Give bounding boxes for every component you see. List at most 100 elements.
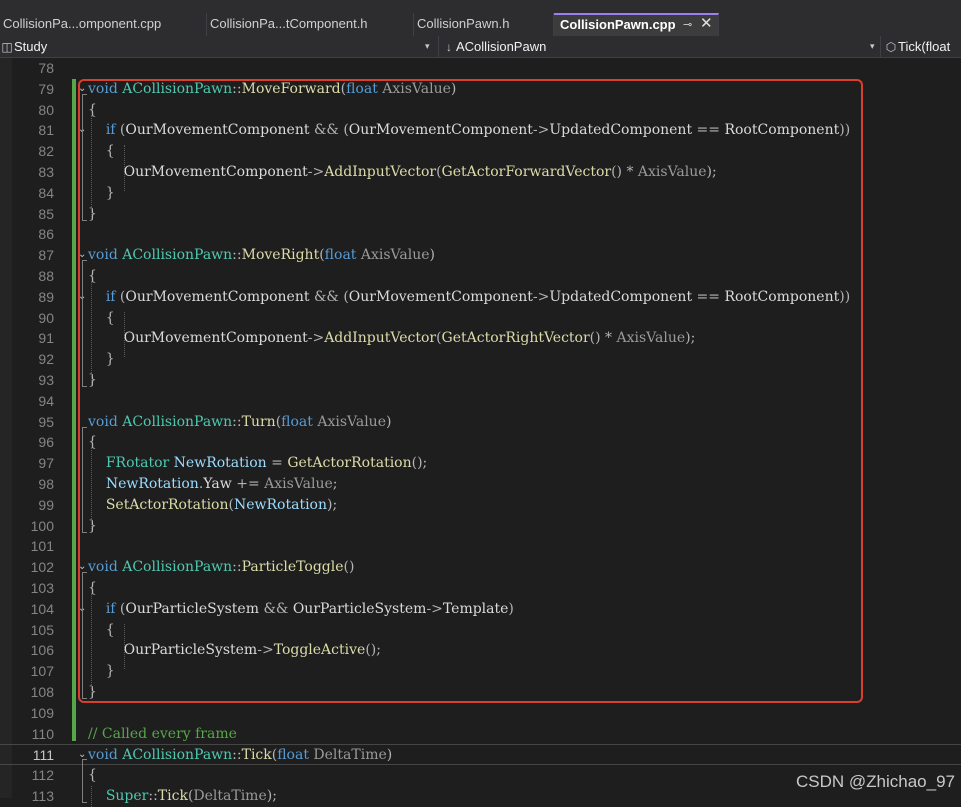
code-line[interactable]: 89 ⌄ if (OurMovementComponent && (OurMove… <box>0 287 961 308</box>
code-token: if <box>105 288 120 305</box>
code-text: } <box>88 682 97 703</box>
code-text: if (OurMovementComponent && (OurMovement… <box>88 120 850 141</box>
code-line[interactable]: 106 OurParticleSystem->ToggleActive(); <box>0 640 961 661</box>
code-token: { <box>88 143 115 160</box>
line-number: 90 <box>38 309 54 326</box>
code-text: OurParticleSystem->ToggleActive(); <box>88 640 381 661</box>
code-line[interactable]: 92 } <box>0 349 961 370</box>
fold-range-bracket <box>82 260 87 387</box>
code-token: && ( <box>309 288 349 305</box>
code-line[interactable]: 108} <box>0 682 961 703</box>
code-line[interactable]: 82 { <box>0 141 961 162</box>
code-token: -> <box>257 642 274 659</box>
code-line[interactable]: 103 { <box>0 578 961 599</box>
code-line[interactable]: 102 ⌄ void ACollisionPawn::ParticleToggle(… <box>0 557 961 578</box>
code-line[interactable]: 80 { <box>0 100 961 121</box>
code-token: UpdatedComponent <box>549 122 693 139</box>
code-text: { <box>88 620 115 641</box>
code-line[interactable]: 85} <box>0 204 961 225</box>
code-token: void <box>88 747 123 764</box>
chevron-down-icon[interactable]: ▾ <box>425 36 430 57</box>
code-token: ) <box>508 600 514 617</box>
code-line[interactable]: 84 } <box>0 183 961 204</box>
close-tab-icon[interactable]: ✕ <box>700 15 713 34</box>
code-line[interactable]: 91 OurMovementComponent->AddInputVector(… <box>0 328 961 349</box>
code-text: OurMovementComponent->AddInputVector(Get… <box>88 162 717 183</box>
tab-collisionpawn-h[interactable]: CollisionPawn.h <box>414 13 554 36</box>
code-token: () * <box>611 164 638 180</box>
fold-chevron-icon[interactable]: ⌄ <box>78 562 86 572</box>
code-line[interactable]: 97 FRotator NewRotation = GetActorRotati… <box>0 453 961 474</box>
code-token: AxisValue <box>382 80 451 97</box>
code-token: = <box>266 455 288 472</box>
code-line[interactable]: 109 <box>0 703 961 724</box>
nav-divider <box>880 36 881 57</box>
indent-guide <box>91 786 92 807</box>
code-token: { <box>88 101 97 118</box>
code-line[interactable]: 86 <box>0 224 961 245</box>
code-line[interactable]: 104 ⌄ if (OurParticleSystem && OurParticl… <box>0 599 961 620</box>
tab-label: CollisionPawn.h <box>417 16 510 31</box>
code-token: void <box>88 80 123 97</box>
code-line[interactable]: 79 ⌄ void ACollisionPawn::MoveForward(floa… <box>0 79 961 100</box>
code-line[interactable]: 96 { <box>0 432 961 453</box>
line-number: 97 <box>38 455 54 472</box>
code-token: :: <box>232 747 242 764</box>
line-number: 93 <box>38 372 54 388</box>
tab-collisionpawn-movement-component-h[interactable]: CollisionPa...tComponent.h <box>207 13 414 36</box>
code-token: AddInputVector <box>324 164 437 180</box>
code-line[interactable]: 95 void ACollisionPawn::Turn(float AxisVa… <box>0 412 961 433</box>
code-line[interactable]: 87 ⌄ void ACollisionPawn::MoveRight(float … <box>0 245 961 266</box>
line-number: 103 <box>30 580 54 596</box>
code-line[interactable]: 81 ⌄ if (OurMovementComponent && (OurMove… <box>0 120 961 141</box>
code-line[interactable]: 94 <box>0 391 961 412</box>
code-line[interactable]: 88 { <box>0 266 961 287</box>
scope-dropdown[interactable]: ↓ ACollisionPawn <box>442 36 872 57</box>
code-line[interactable]: 111 ⌄ void ACollisionPawn::Tick(float Delt… <box>0 744 961 766</box>
code-line[interactable]: 99 SetActorRotation(NewRotation); <box>0 495 961 516</box>
code-token: ) <box>386 747 393 764</box>
code-line[interactable]: 83 OurMovementComponent->AddInputVector(… <box>0 162 961 183</box>
code-token: :: <box>232 80 242 97</box>
line-number: 82 <box>38 143 54 160</box>
code-token: if <box>105 122 120 139</box>
indent-guide <box>124 311 125 358</box>
code-line[interactable]: 110 // Called every frame <box>0 724 961 745</box>
project-icon: ◫ <box>1 40 13 54</box>
code-token: } <box>88 372 97 388</box>
member-dropdown[interactable]: ⬡ Tick(float <box>884 36 961 57</box>
fold-chevron-icon[interactable]: ⌄ <box>78 83 86 94</box>
project-dropdown[interactable]: ◫Study <box>0 36 435 57</box>
code-line[interactable]: 90 { <box>0 308 961 329</box>
code-token: MoveRight <box>241 247 320 264</box>
code-token: Yaw <box>203 476 232 492</box>
tab-collisionpawn-cpp[interactable]: CollisionPawn.cpp ⊸ ✕ <box>554 13 719 36</box>
code-token: GetActorRotation <box>287 455 412 472</box>
document-tab-strip: CollisionPa...omponent.cpp CollisionPa..… <box>0 0 961 36</box>
code-token: DeltaTime <box>313 747 387 764</box>
code-text: void ACollisionPawn::ParticleToggle() <box>88 557 354 578</box>
code-line[interactable]: 100} <box>0 516 961 537</box>
pin-tab-icon[interactable]: ⊸ <box>683 15 692 35</box>
tab-collisionpawn-movement-component-cpp[interactable]: CollisionPa...omponent.cpp <box>0 13 207 36</box>
code-token: ACollisionPawn <box>122 413 233 430</box>
code-token: RootComponent <box>724 288 840 305</box>
line-number: 78 <box>38 60 54 76</box>
code-editor[interactable]: 7879 ⌄ void ACollisionPawn::MoveForward(fl… <box>0 58 961 807</box>
code-line[interactable]: 93} <box>0 370 961 391</box>
code-line[interactable]: 101 <box>0 536 961 557</box>
code-line[interactable]: 98 NewRotation.Yaw += AxisValue; <box>0 474 961 495</box>
code-line[interactable]: 107 } <box>0 661 961 682</box>
code-token: == <box>692 122 725 139</box>
fold-chevron-icon[interactable]: ⌄ <box>78 250 86 260</box>
code-token: OurMovementComponent <box>123 164 308 180</box>
chevron-down-icon[interactable]: ▾ <box>870 36 875 57</box>
code-token: OurParticleSystem <box>123 642 258 659</box>
code-text: Super::Tick(DeltaTime); <box>88 786 277 807</box>
indent-guide <box>91 281 92 385</box>
code-line[interactable]: 78 <box>0 58 961 79</box>
code-line[interactable]: 105 { <box>0 620 961 641</box>
line-number: 101 <box>30 538 54 555</box>
code-text: { <box>88 266 97 287</box>
